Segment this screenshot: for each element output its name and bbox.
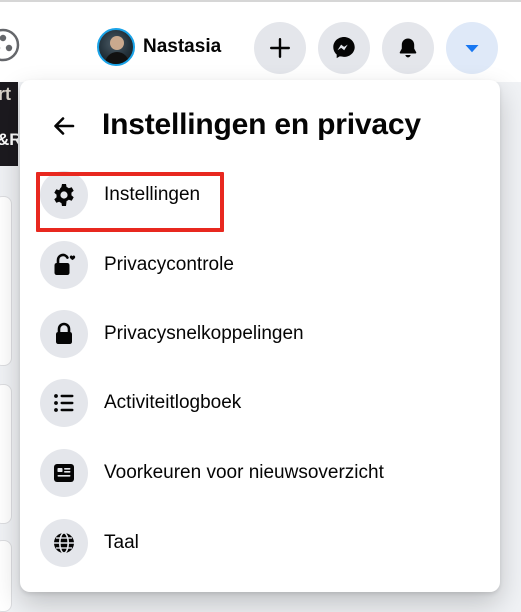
messenger-icon <box>331 35 357 61</box>
background-card <box>0 384 12 524</box>
news-feed-icon <box>40 449 88 497</box>
back-button[interactable] <box>44 106 84 146</box>
menu-item-privacy-shortcuts[interactable]: Privacysnelkoppelingen <box>32 303 488 365</box>
top-bar: Nastasia <box>0 0 521 82</box>
menu-item-privacy-checkup[interactable]: Privacycontrole <box>32 234 488 296</box>
menu-item-label: Voorkeuren voor nieuwsoverzicht <box>104 462 384 484</box>
menu-item-label: Privacycontrole <box>104 254 234 276</box>
menu-header: Instellingen en privacy <box>20 98 500 154</box>
menu-item-label: Privacysnelkoppelingen <box>104 323 304 345</box>
background-card <box>0 540 12 612</box>
arrow-left-icon <box>51 113 77 139</box>
plus-icon <box>269 37 291 59</box>
background-card <box>0 196 12 366</box>
bell-icon <box>396 36 420 60</box>
menu-item-news-feed-preferences[interactable]: Voorkeuren voor nieuwsoverzicht <box>32 442 488 504</box>
notifications-button[interactable] <box>382 22 434 74</box>
create-button[interactable] <box>254 22 306 74</box>
gear-icon <box>40 171 88 219</box>
list-icon <box>40 379 88 427</box>
menu-item-activity-log[interactable]: Activiteitlogboek <box>32 372 488 434</box>
profile-shortcut[interactable]: Nastasia <box>97 28 221 66</box>
profile-name: Nastasia <box>143 36 221 58</box>
account-button[interactable] <box>446 22 498 74</box>
apps-icon[interactable] <box>0 28 20 62</box>
thumbnail-text-top: rt <box>0 84 11 105</box>
lock-heart-icon <box>40 241 88 289</box>
lock-icon <box>40 310 88 358</box>
menu-item-language[interactable]: Taal <box>32 512 488 574</box>
menu-item-label: Instellingen <box>104 184 200 206</box>
menu-item-label: Taal <box>104 532 139 554</box>
messenger-button[interactable] <box>318 22 370 74</box>
menu-item-settings[interactable]: Instellingen <box>32 164 488 226</box>
thumbnail-text-bottom: &R <box>0 130 18 150</box>
background-story-thumbnail: rt &R <box>0 82 18 166</box>
globe-icon <box>40 519 88 567</box>
menu-title: Instellingen en privacy <box>102 108 421 142</box>
settings-privacy-menu: Instellingen en privacy Instellingen Pri… <box>20 80 500 592</box>
avatar <box>97 28 135 66</box>
caret-down-icon <box>462 38 482 58</box>
menu-item-label: Activiteitlogboek <box>104 392 241 414</box>
